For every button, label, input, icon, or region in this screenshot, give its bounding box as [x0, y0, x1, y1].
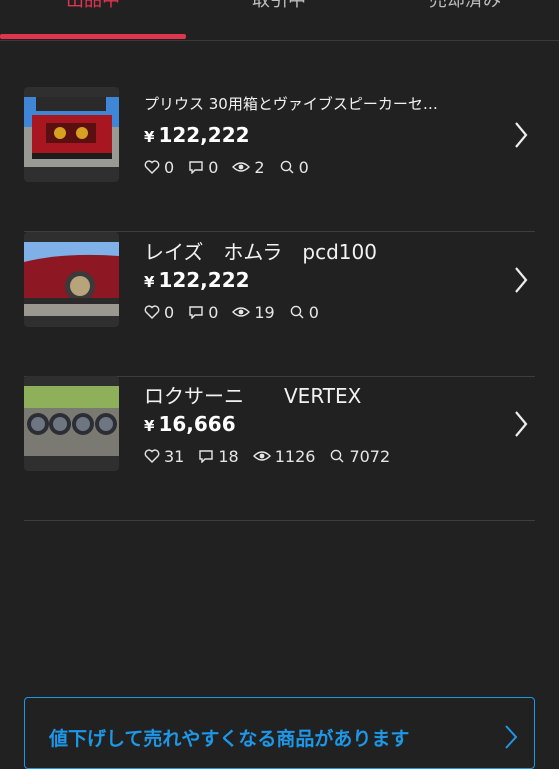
- views-count: 2: [254, 157, 265, 177]
- search-icon: [290, 305, 304, 319]
- searches-count: 0: [298, 157, 309, 177]
- comments-count: 18: [218, 446, 239, 466]
- views-stat: 19: [232, 302, 275, 322]
- views-stat: 1126: [252, 446, 316, 466]
- comment-icon: [189, 306, 203, 319]
- search-icon: [280, 160, 294, 174]
- list-item[interactable]: レイズ ホムラ pcd100 ¥122,222 0 0 19 0: [24, 232, 535, 377]
- heart-icon: [144, 305, 160, 319]
- comments-stat: 0: [188, 303, 218, 322]
- comment-icon: [199, 450, 214, 463]
- item-title: ロクサーニ VERTEX: [144, 384, 362, 408]
- eye-icon: [252, 451, 271, 461]
- active-tab-indicator: [0, 34, 186, 39]
- likes-stat: 0: [144, 158, 174, 177]
- comment-icon: [189, 161, 203, 174]
- heart-icon: [144, 449, 160, 463]
- item-price: ¥16,666: [144, 412, 236, 436]
- comments-stat: 18: [198, 446, 239, 466]
- item-stats: 0 0 2 0: [144, 157, 323, 177]
- likes-stat: 31: [144, 447, 184, 466]
- likes-count: 0: [164, 302, 175, 322]
- item-stats: 31 18 1126 7072: [144, 446, 404, 466]
- currency-symbol: ¥: [144, 273, 155, 291]
- item-stats: 0 0 19 0: [144, 302, 333, 322]
- chevron-right-icon: [505, 725, 518, 749]
- views-stat: 2: [232, 157, 265, 177]
- item-thumbnail: [24, 232, 119, 327]
- price-value: 122,222: [158, 123, 250, 147]
- item-price: ¥122,222: [144, 268, 250, 292]
- comments-count: 0: [208, 302, 219, 322]
- searches-count: 0: [308, 302, 319, 322]
- tab-in-progress[interactable]: 取引中: [186, 0, 372, 28]
- searches-count: 7072: [349, 446, 391, 466]
- banner-text: 値下げして売れやすくなる商品があります: [49, 728, 410, 750]
- comments-count: 0: [208, 157, 219, 177]
- searches-stat: 0: [289, 303, 319, 322]
- views-count: 19: [254, 302, 275, 322]
- item-thumbnail: [24, 87, 119, 182]
- price-value: 122,222: [158, 268, 250, 292]
- item-thumbnail: [24, 376, 119, 471]
- item-title: レイズ ホムラ pcd100: [144, 240, 377, 264]
- likes-count: 0: [164, 157, 175, 177]
- currency-symbol: ¥: [144, 128, 155, 146]
- search-icon: [331, 449, 344, 463]
- searches-stat: 0: [279, 158, 309, 177]
- searches-stat: 7072: [329, 447, 390, 466]
- tab-sold[interactable]: 売却済み: [372, 0, 558, 28]
- list-item[interactable]: プリウス 30用箱とヴァイブスピーカーセ… ¥122,222 0 0 2 0: [24, 87, 535, 232]
- status-tabs: 出品中 取引中 売却済み: [0, 0, 559, 41]
- chevron-right-icon[interactable]: [513, 266, 529, 294]
- comments-stat: 0: [188, 158, 218, 177]
- likes-count: 31: [164, 446, 185, 466]
- views-count: 1126: [274, 446, 316, 466]
- item-title: プリウス 30用箱とヴァイブスピーカーセ…: [144, 95, 438, 113]
- eye-icon: [232, 307, 251, 317]
- tab-listing[interactable]: 出品中: [0, 0, 186, 28]
- currency-symbol: ¥: [144, 417, 155, 435]
- likes-stat: 0: [144, 303, 174, 322]
- list-item[interactable]: ロクサーニ VERTEX ¥16,666 31 18 1126 7072: [24, 376, 535, 521]
- price-drop-banner[interactable]: 値下げして売れやすくなる商品があります: [24, 697, 535, 769]
- eye-icon: [232, 162, 251, 172]
- chevron-right-icon[interactable]: [513, 410, 529, 438]
- item-price: ¥122,222: [144, 123, 250, 147]
- chevron-right-icon[interactable]: [513, 121, 529, 149]
- heart-icon: [144, 160, 160, 174]
- price-value: 16,666: [158, 412, 236, 436]
